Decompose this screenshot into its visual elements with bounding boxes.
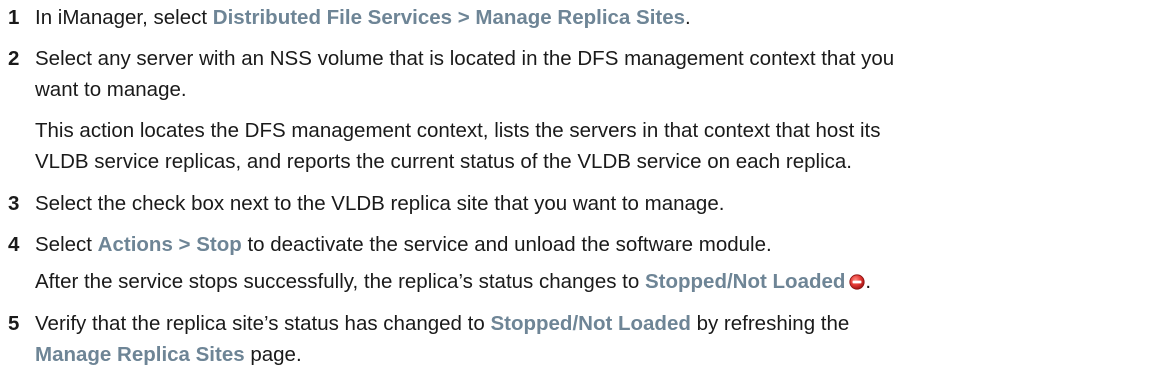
step-number: 1 <box>8 6 20 29</box>
step-text-pre: Select <box>35 233 98 256</box>
step-number: 2 <box>8 47 20 70</box>
step-text: Select any server with an NSS volume tha… <box>35 43 1160 105</box>
step-text-line-2: want to manage. <box>35 78 187 101</box>
step-text-pre: In iManager, select <box>35 6 213 29</box>
ui-path-manage-replica-sites: Distributed File Services > Manage Repli… <box>212 6 686 29</box>
status-stopped-not-loaded: Stopped/Not Loaded <box>644 270 846 293</box>
ui-path-actions-stop: Actions > Stop <box>97 233 242 256</box>
step-text: Verify that the replica site’s status ha… <box>35 308 1160 370</box>
step-text-post: to deactivate the service and unload the… <box>241 233 772 256</box>
step-text: Select the check box next to the VLDB re… <box>35 192 725 215</box>
step-note: This action locates the DFS management c… <box>35 115 1160 177</box>
step-number: 5 <box>8 312 20 335</box>
stop-status-icon <box>849 268 866 290</box>
step-text: Select Actions > Stop to deactivate the … <box>35 229 1160 260</box>
step-number: 3 <box>8 192 20 215</box>
step-note: After the service stops successfully, th… <box>35 266 1160 297</box>
status-stopped-not-loaded: Stopped/Not Loaded <box>490 312 691 335</box>
step-text-post-2: page. <box>244 343 302 366</box>
step-number: 4 <box>8 233 20 256</box>
step-note-line-2: VLDB service replicas, and reports the c… <box>35 150 852 173</box>
step-note-pre: After the service stops successfully, th… <box>35 270 645 293</box>
step-text: In iManager, select Distributed File Ser… <box>35 2 1160 33</box>
step-note-line-1: This action locates the DFS management c… <box>35 119 881 142</box>
step-text-post: . <box>685 6 691 29</box>
step-text-line-1: Select any server with an NSS volume tha… <box>35 47 895 70</box>
step-text-pre: Verify that the replica site’s status ha… <box>35 312 491 335</box>
step-text-post: by refreshing the <box>690 312 850 335</box>
ui-page-manage-replica-sites: Manage Replica Sites <box>35 343 245 366</box>
step-note-post: . <box>865 270 872 293</box>
